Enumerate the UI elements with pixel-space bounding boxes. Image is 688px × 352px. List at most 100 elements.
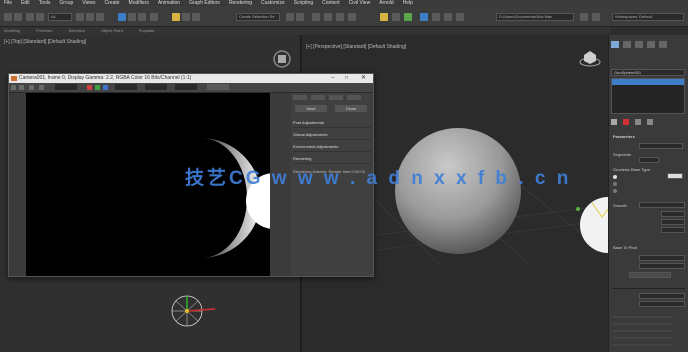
tetra-radio[interactable] [613,175,617,179]
render-cloud-icon[interactable] [420,13,428,21]
a360-icon[interactable] [432,13,440,21]
selected-sphere-partial[interactable] [574,195,608,255]
preset-select[interactable] [175,84,197,90]
mirror-icon[interactable] [286,13,294,21]
undo-icon[interactable] [4,13,12,21]
snap-icon[interactable] [172,13,180,21]
folder-icon[interactable] [580,13,588,21]
clone-window-icon[interactable] [29,85,34,90]
render-button[interactable] [207,84,229,90]
layer-icon[interactable] [312,13,320,21]
option-field-4[interactable] [639,255,685,261]
display-tab-icon[interactable] [659,41,667,48]
geosphere-object[interactable] [392,125,524,257]
viewport-perspective-label[interactable]: [+] [Perspective] [Standard] [Default Sh… [306,44,406,50]
icosa-radio[interactable] [613,189,617,193]
channel-select[interactable] [55,84,77,90]
option-spinner-2[interactable] [661,219,685,225]
rollout-parameters[interactable]: Parameters [613,134,635,139]
option-spinner-3[interactable] [661,227,685,233]
make-unique-icon[interactable] [635,119,641,125]
side-tab-4[interactable] [347,95,361,100]
ribbon-tab-2[interactable]: Selection [68,27,84,35]
rollout-smooth[interactable]: Smooth [613,203,627,208]
option-field-5[interactable] [639,263,685,269]
param-field-b[interactable] [639,301,685,307]
close-icon[interactable]: ✕ [361,74,366,81]
layer-explorer-icon[interactable] [444,13,452,21]
ribbon-tab-0[interactable]: Modeling [4,27,20,35]
workspace-combo[interactable]: Workspaces: Default [612,13,684,21]
select-icon[interactable] [76,13,84,21]
ribbon-tab-3[interactable]: Object Paint [101,27,123,35]
object-name-field[interactable]: GeoSphere001 [611,69,685,76]
project-path[interactable]: D:\Users\Documents\3ds Max [496,13,574,21]
maximize-icon[interactable]: □ [345,75,348,81]
post-adjustments-rollout[interactable]: Post Adjustments [293,119,371,128]
hierarchy-tab-icon[interactable] [635,41,643,48]
motion-tab-icon[interactable] [647,41,655,48]
viewcube-perspective-icon[interactable] [578,47,602,71]
rollout-segments[interactable]: Segments [613,152,631,157]
remove-modifier-icon[interactable] [647,119,653,125]
rotate-icon[interactable] [128,13,136,21]
rollout-base-to-pivot[interactable]: Base To Pivot [613,245,637,250]
param-list[interactable] [613,311,673,351]
render-window-titlebar[interactable]: Camera001, frame 0, Display Gamma: 2.2, … [9,74,373,83]
graph-icon[interactable] [324,13,332,21]
side-tab-3[interactable] [329,95,343,100]
angle-snap-icon[interactable] [182,13,190,21]
geosphere-top-view[interactable] [165,293,225,333]
schematic-icon[interactable] [336,13,344,21]
show-end-result-icon[interactable] [623,119,629,125]
named-selection-combo[interactable]: Create Selection Se [236,13,280,21]
blue-channel-icon[interactable] [103,85,108,90]
settings-icon[interactable] [592,13,600,21]
selection-filter-combo[interactable]: All [48,13,72,21]
viewcube-icon[interactable] [272,49,292,69]
param-field-a[interactable] [639,293,685,299]
color-swatch[interactable] [667,173,683,179]
clone-button[interactable]: Clone [335,105,367,112]
red-channel-icon[interactable] [87,85,92,90]
environment-adjustments-rollout[interactable]: Environment Adjustments [293,143,371,152]
minimize-icon[interactable]: ─ [331,75,335,81]
scene-explorer-icon[interactable] [456,13,464,21]
ribbon-tab-1[interactable]: Freeform [36,27,52,35]
radius-spinner[interactable] [639,143,683,149]
option-spinner-1[interactable] [661,211,685,217]
modify-tab-icon[interactable] [623,41,631,48]
select-by-name-icon[interactable] [86,13,94,21]
redo-icon[interactable] [14,13,22,21]
side-tab-1[interactable] [293,95,307,100]
save-button[interactable]: Save [295,105,327,112]
align-icon[interactable] [296,13,304,21]
material-editor-icon[interactable] [348,13,356,21]
save-image-icon[interactable] [11,85,16,90]
rollout-geodesic-type[interactable]: Geodesic Base Type [613,167,650,172]
area-select[interactable] [115,84,137,90]
create-tab-icon[interactable] [611,41,619,48]
ribbon-tab-4[interactable]: Populate [139,27,155,35]
unlink-icon[interactable] [36,13,44,21]
modifier-stack-selected-row[interactable] [612,79,684,85]
modifier-stack[interactable] [611,78,685,114]
render-setup-icon[interactable] [380,13,388,21]
global-adjustments-rollout[interactable]: Global Adjustments [293,131,371,140]
octa-radio[interactable] [613,182,617,186]
segments-spinner[interactable] [639,157,659,163]
percent-snap-icon[interactable] [192,13,200,21]
scale-icon[interactable] [138,13,146,21]
move-icon[interactable] [118,13,126,21]
viewport-select[interactable] [145,84,167,90]
side-tab-2[interactable] [311,95,325,100]
generate-mapping-button[interactable] [629,272,671,278]
rect-select-icon[interactable] [96,13,104,21]
render-icon[interactable] [404,13,412,21]
link-icon[interactable] [26,13,34,21]
print-icon[interactable] [39,85,44,90]
pivot-icon[interactable] [150,13,158,21]
pin-stack-icon[interactable] [611,119,617,125]
hemisphere-dropdown[interactable] [639,202,685,208]
render-frame-icon[interactable] [392,13,400,21]
